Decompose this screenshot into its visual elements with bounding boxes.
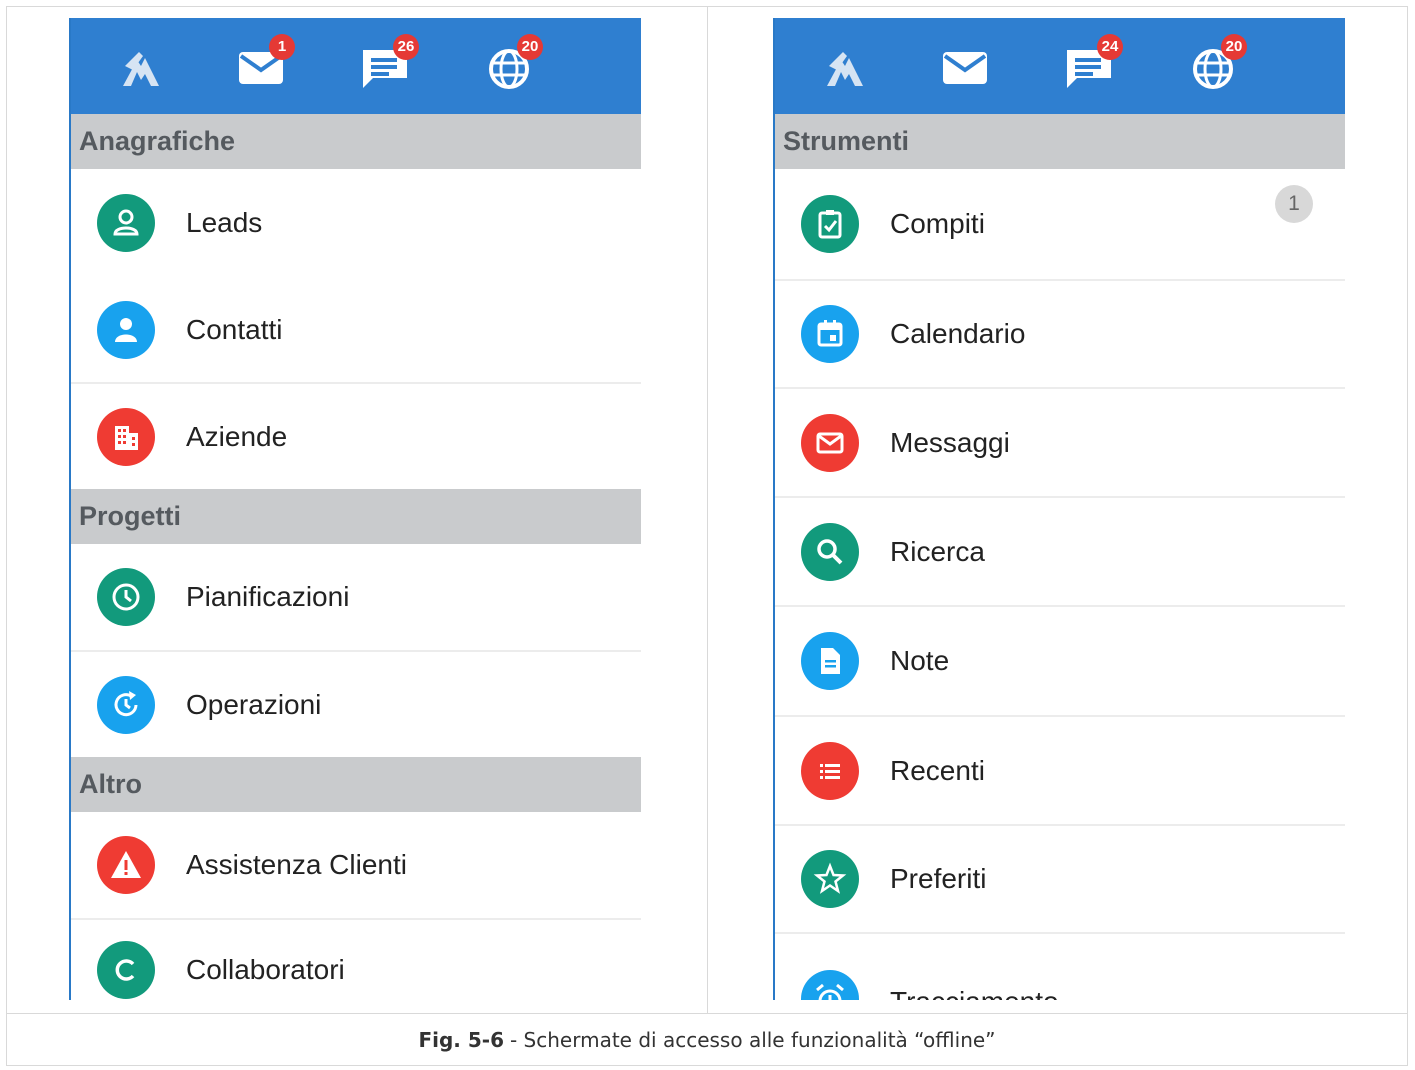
building-icon	[97, 407, 155, 466]
search-icon	[801, 522, 859, 581]
section-progetti: Progetti	[71, 489, 641, 544]
warning-icon	[97, 836, 155, 894]
document-icon	[801, 632, 859, 690]
menu-item-assistenza-clienti[interactable]: Assistenza Clienti	[71, 812, 641, 920]
top-bar: 24 20	[775, 18, 1345, 114]
globe-icon[interactable]: 20	[1187, 34, 1247, 90]
section-anagrafiche: Anagrafiche	[71, 114, 641, 169]
section-altro: Altro	[71, 757, 641, 812]
globe-badge: 20	[1221, 34, 1247, 60]
chat-badge: 24	[1097, 34, 1123, 60]
home-icon[interactable]	[115, 46, 167, 90]
menu-item-messaggi[interactable]: Messaggi	[775, 389, 1345, 498]
person-icon	[97, 194, 155, 252]
c-letter-icon	[97, 941, 155, 999]
menu-item-ricerca[interactable]: Ricerca	[775, 498, 1345, 607]
menu-item-note[interactable]: Note	[775, 607, 1345, 717]
globe-badge: 20	[517, 34, 543, 60]
mail-icon[interactable]: 1	[235, 34, 295, 90]
list-icon	[801, 741, 859, 800]
menu-item-preferiti[interactable]: Preferiti	[775, 826, 1345, 934]
contact-icon	[97, 300, 155, 359]
clipboard-check-icon	[801, 195, 859, 253]
caption-text: - Schermate di accesso alle funzionalità…	[509, 1028, 996, 1052]
menu-item-collaboratori[interactable]: Collaboratori	[71, 920, 641, 1000]
menu-item-contatti[interactable]: Contatti	[71, 277, 641, 384]
menu-item-calendario[interactable]: Calendario	[775, 281, 1345, 389]
mail-icon	[801, 413, 859, 472]
clock-icon	[97, 568, 155, 626]
column-divider	[707, 6, 708, 1014]
alarm-icon	[801, 970, 859, 1000]
calendar-icon	[801, 305, 859, 363]
top-bar: 1 26 20	[71, 18, 641, 114]
caption-label: Fig. 5-6	[418, 1028, 504, 1052]
mail-icon[interactable]	[939, 46, 991, 90]
right-screen: 24 20 Strumenti Compiti 1 Calendario Mes…	[773, 18, 1345, 1000]
chat-badge: 26	[393, 34, 419, 60]
menu-item-leads[interactable]: Leads	[71, 169, 641, 277]
refresh-clock-icon	[97, 675, 155, 734]
left-screen: 1 26 20 Anagrafiche Leads Contatti Azien…	[69, 18, 641, 1000]
home-icon[interactable]	[819, 46, 871, 90]
section-strumenti: Strumenti	[775, 114, 1345, 169]
chat-icon[interactable]: 26	[359, 34, 419, 90]
menu-item-operazioni[interactable]: Operazioni	[71, 652, 641, 757]
globe-icon[interactable]: 20	[483, 34, 543, 90]
menu-item-compiti[interactable]: Compiti 1	[775, 169, 1345, 281]
chat-icon[interactable]: 24	[1063, 34, 1123, 90]
compiti-count-badge: 1	[1275, 185, 1313, 223]
mail-badge: 1	[269, 34, 295, 60]
menu-item-recenti[interactable]: Recenti	[775, 717, 1345, 826]
star-icon	[801, 850, 859, 908]
menu-item-pianificazioni[interactable]: Pianificazioni	[71, 544, 641, 652]
figure-caption: Fig. 5-6 - Schermate di accesso alle fun…	[6, 1014, 1408, 1066]
menu-item-tracciamento[interactable]: Tracciamento	[775, 934, 1345, 1000]
menu-item-aziende[interactable]: Aziende	[71, 384, 641, 489]
